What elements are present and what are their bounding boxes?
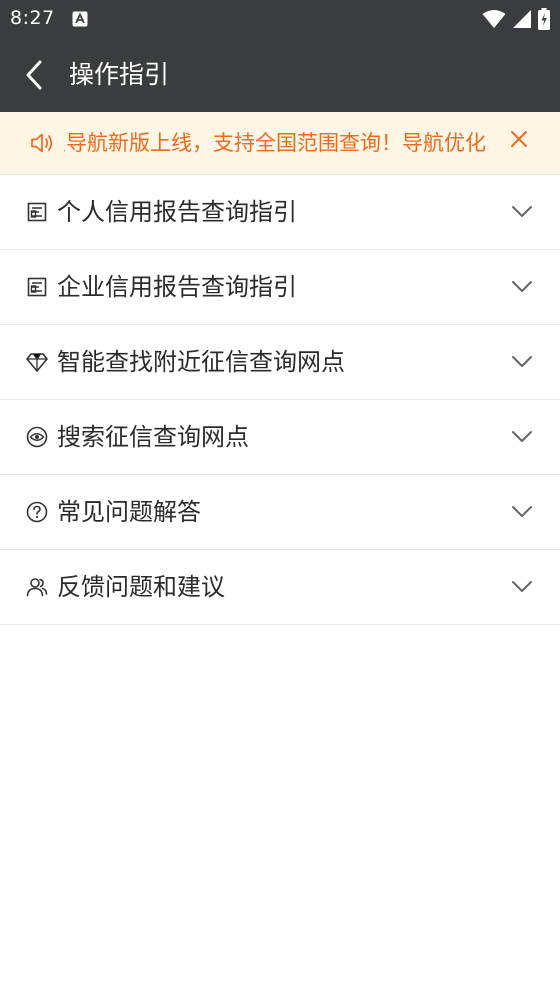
menu-item-enterprise-credit-guide[interactable]: 企业信用报告查询指引 bbox=[0, 250, 560, 325]
notice-text: 网点导航新版上线，支持全国范围查询！导航优化 bbox=[64, 131, 486, 155]
chevron-left-icon bbox=[26, 60, 42, 90]
chevron-down-icon bbox=[512, 356, 532, 367]
notice-close-button[interactable] bbox=[507, 127, 531, 151]
document-icon bbox=[26, 276, 48, 298]
question-circle-icon bbox=[26, 501, 48, 523]
menu-item-faq[interactable]: 常见问题解答 bbox=[0, 475, 560, 550]
guide-menu-list: 个人信用报告查询指引 企业信用报告查询指引 智能查找附近征信查询网点 搜索征信查… bbox=[0, 175, 560, 625]
menu-item-search-outlets[interactable]: 搜索征信查询网点 bbox=[0, 400, 560, 475]
menu-item-label: 常见问题解答 bbox=[57, 498, 201, 526]
eye-icon bbox=[26, 426, 48, 448]
document-icon bbox=[26, 201, 48, 223]
app-notification-icon bbox=[72, 11, 88, 27]
chevron-down-icon bbox=[512, 581, 532, 592]
menu-item-label: 企业信用报告查询指引 bbox=[57, 273, 297, 301]
signal-icon bbox=[513, 10, 531, 28]
diamond-icon bbox=[26, 351, 48, 373]
notice-marquee: 网点导航新版上线，支持全国范围查询！导航优化 bbox=[64, 112, 498, 174]
status-bar: 8:27 bbox=[0, 0, 560, 38]
menu-item-personal-credit-guide[interactable]: 个人信用报告查询指引 bbox=[0, 175, 560, 250]
menu-item-label: 智能查找附近征信查询网点 bbox=[57, 348, 345, 376]
back-button[interactable] bbox=[14, 53, 54, 97]
chevron-down-icon bbox=[512, 281, 532, 292]
chevron-down-icon bbox=[512, 431, 532, 442]
chevron-down-icon bbox=[512, 206, 532, 217]
menu-item-nearby-outlets[interactable]: 智能查找附近征信查询网点 bbox=[0, 325, 560, 400]
menu-item-label: 反馈问题和建议 bbox=[57, 573, 225, 601]
notice-bar: 网点导航新版上线，支持全国范围查询！导航优化 bbox=[0, 112, 560, 175]
page-title: 操作指引 bbox=[69, 60, 170, 89]
status-time: 8:27 bbox=[10, 7, 55, 29]
app-bar: 操作指引 bbox=[0, 38, 560, 112]
close-icon bbox=[511, 131, 527, 147]
battery-icon bbox=[538, 8, 550, 30]
wifi-icon bbox=[482, 10, 506, 28]
users-icon bbox=[26, 576, 48, 598]
speaker-icon bbox=[31, 133, 53, 153]
menu-item-label: 搜索征信查询网点 bbox=[57, 423, 249, 451]
menu-item-feedback[interactable]: 反馈问题和建议 bbox=[0, 550, 560, 625]
status-indicators bbox=[482, 8, 550, 30]
menu-item-label: 个人信用报告查询指引 bbox=[57, 198, 297, 226]
chevron-down-icon bbox=[512, 506, 532, 517]
